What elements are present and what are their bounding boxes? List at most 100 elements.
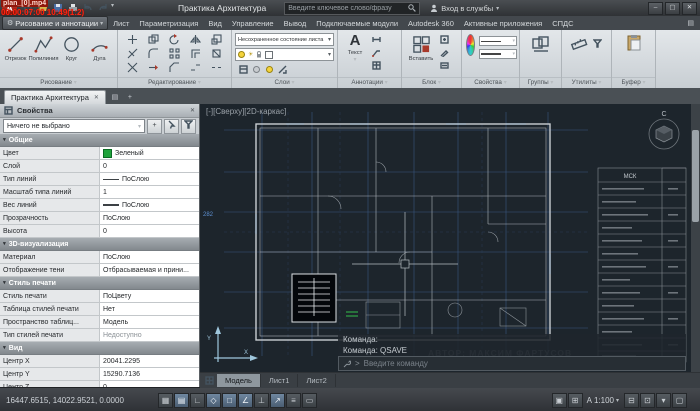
tab-layout2[interactable]: Лист2 xyxy=(298,374,335,387)
ribbon-tab-spds[interactable]: СПДС xyxy=(547,19,578,28)
toggle-pickadd-icon[interactable]: + xyxy=(147,119,162,134)
property-row[interactable]: МатериалПоСлою xyxy=(0,251,199,264)
clean-screen-icon[interactable]: ▢ xyxy=(672,393,687,408)
autoscale-icon[interactable]: ⊡ xyxy=(640,393,655,408)
customize-icon[interactable] xyxy=(343,360,351,368)
trim-icon[interactable] xyxy=(122,46,143,60)
stretch-icon[interactable] xyxy=(143,60,164,74)
file-tab[interactable]: Практика Архитектура ✕ xyxy=(4,90,106,104)
property-row[interactable]: Высота0 xyxy=(0,225,199,238)
status-toggle-qp[interactable]: ▭ xyxy=(302,393,317,408)
annotation-visibility-icon[interactable]: ⊟ xyxy=(624,393,639,408)
panel-label-groups[interactable]: Группы ▾ xyxy=(520,77,561,88)
lineweight-dropdown[interactable]: ▾ xyxy=(479,49,517,59)
block-attributes-icon[interactable] xyxy=(439,60,450,71)
dimension-icon[interactable] xyxy=(371,34,382,45)
selection-dropdown[interactable]: Ничего не выбрано▾ xyxy=(3,119,145,133)
array-icon[interactable] xyxy=(164,46,185,60)
maximize-icon[interactable]: ▢ xyxy=(665,2,680,15)
chamfer-icon[interactable] xyxy=(164,60,185,74)
polyline-tool-button[interactable]: Полилиния xyxy=(30,32,57,62)
property-row[interactable]: Масштаб типа линий1 xyxy=(0,186,199,199)
property-row[interactable]: Стиль печатиПоЦвету xyxy=(0,290,199,303)
circle-tool-button[interactable]: Круг xyxy=(58,32,85,62)
tab-model[interactable]: Модель xyxy=(217,374,261,387)
panel-label-annotate[interactable]: Аннотации ▾ xyxy=(338,77,401,88)
offset-icon[interactable] xyxy=(185,46,206,60)
panel-label-layers[interactable]: Слои ▾ xyxy=(232,77,337,88)
status-toggle-polar[interactable]: ◇ xyxy=(206,393,221,408)
statusbar-menu-icon[interactable]: ▾ xyxy=(656,393,671,408)
viewport-controls[interactable]: [-][Сверху][2D-каркас] xyxy=(206,107,286,116)
measure-icon[interactable] xyxy=(570,35,588,58)
move-icon[interactable] xyxy=(122,32,143,46)
text-tool-button[interactable]: А Текст ▾ xyxy=(342,32,368,71)
color-wheel-icon[interactable] xyxy=(466,34,475,56)
group-icon[interactable] xyxy=(532,35,550,58)
property-row[interactable]: Пространство таблиц...Модель xyxy=(0,316,199,329)
layer-properties-icon[interactable] xyxy=(238,64,249,75)
property-row[interactable]: Вес линийПоСлою xyxy=(0,199,199,212)
redo-icon[interactable] xyxy=(96,2,109,14)
property-row[interactable]: Тип линийПоСлою xyxy=(0,173,199,186)
property-row[interactable]: ПрозрачностьПоСлою xyxy=(0,212,199,225)
ribbon-tab-plugins[interactable]: Подключаемые модули xyxy=(311,19,403,28)
close-icon[interactable]: ✕ xyxy=(682,2,697,15)
panel-label-draw[interactable]: Рисование ▾ xyxy=(0,77,117,88)
rotate-icon[interactable] xyxy=(164,32,185,46)
status-toggle-ortho[interactable]: ∟ xyxy=(190,393,205,408)
fillet-icon[interactable] xyxy=(143,46,164,60)
status-toggle-ducs[interactable]: ⊥ xyxy=(254,393,269,408)
ribbon-tab-output[interactable]: Вывод xyxy=(279,19,312,28)
quick-select-icon[interactable] xyxy=(592,38,603,49)
property-row[interactable]: Центр X20041.2295 xyxy=(0,355,199,368)
property-row[interactable]: Центр Y15290.7136 xyxy=(0,368,199,381)
status-toggle-grid[interactable]: ▤ xyxy=(174,393,189,408)
ribbon-tab-parametric[interactable]: Параметризация xyxy=(134,19,203,28)
layer-isolate-icon[interactable] xyxy=(264,64,275,75)
property-row[interactable]: Слой0 xyxy=(0,160,199,173)
ribbon-minimize-icon[interactable]: ▤ xyxy=(687,19,694,27)
ribbon-tab-manage[interactable]: Управление xyxy=(227,19,279,28)
panel-label-modify[interactable]: Редактирование ▾ xyxy=(118,77,231,88)
layer-dropdown[interactable]: ☀ ▾ xyxy=(235,48,334,61)
search-icon[interactable] xyxy=(408,0,416,17)
section-3d-visualization[interactable]: ▾3D-визуализация xyxy=(0,238,199,251)
layout-grid-icon[interactable] xyxy=(205,372,214,390)
close-icon[interactable]: ✕ xyxy=(190,107,195,114)
layer-match-icon[interactable] xyxy=(277,64,288,75)
arc-tool-button[interactable]: Дуга xyxy=(86,32,113,62)
scrollbar-thumb[interactable] xyxy=(692,130,699,222)
sign-in-button[interactable]: Вход в службы ▾ xyxy=(430,4,499,13)
select-objects-icon[interactable] xyxy=(164,119,179,134)
annotation-scale-button[interactable]: А 1:100 ▾ xyxy=(587,396,619,405)
create-block-icon[interactable] xyxy=(439,34,450,45)
vertical-scrollbar[interactable] xyxy=(691,104,700,372)
file-tab-list-icon[interactable]: ▤ xyxy=(109,92,121,104)
infocenter-search[interactable]: Введите ключевое слово/фразу xyxy=(284,2,420,15)
ribbon-tab-view[interactable]: Вид xyxy=(203,19,227,28)
section-general[interactable]: ▾Общие xyxy=(0,134,199,147)
status-toggle-osnap[interactable]: □ xyxy=(222,393,237,408)
multileader-icon[interactable] xyxy=(371,47,382,58)
section-view[interactable]: ▾Вид xyxy=(0,342,199,355)
break-icon[interactable] xyxy=(206,60,227,74)
property-row[interactable]: Отображение тениОтбрасываемая и прини... xyxy=(0,264,199,277)
insert-block-button[interactable]: Вставить xyxy=(406,32,436,71)
close-icon[interactable]: ✕ xyxy=(94,94,99,101)
quick-select-icon[interactable] xyxy=(181,119,196,134)
mirror-icon[interactable] xyxy=(185,32,206,46)
join-icon[interactable] xyxy=(185,60,206,74)
status-toggle-lwt[interactable]: ≡ xyxy=(286,393,301,408)
ribbon-tab-layout[interactable]: Лист xyxy=(108,19,134,28)
ribbon-tab-autodesk360[interactable]: Autodesk 360 xyxy=(403,19,459,28)
status-toggle-dyn[interactable]: ↗ xyxy=(270,393,285,408)
panel-label-block[interactable]: Блок ▾ xyxy=(402,77,461,88)
palette-header[interactable]: Свойства ✕ xyxy=(0,104,199,118)
section-plot-style[interactable]: ▾Стиль печати xyxy=(0,277,199,290)
panel-label-utilities[interactable]: Утилиты ▾ xyxy=(562,77,611,88)
table-icon[interactable] xyxy=(371,60,382,71)
copy-icon[interactable] xyxy=(143,32,164,46)
layer-off-icon[interactable] xyxy=(251,64,262,75)
edit-block-icon[interactable] xyxy=(439,47,450,58)
